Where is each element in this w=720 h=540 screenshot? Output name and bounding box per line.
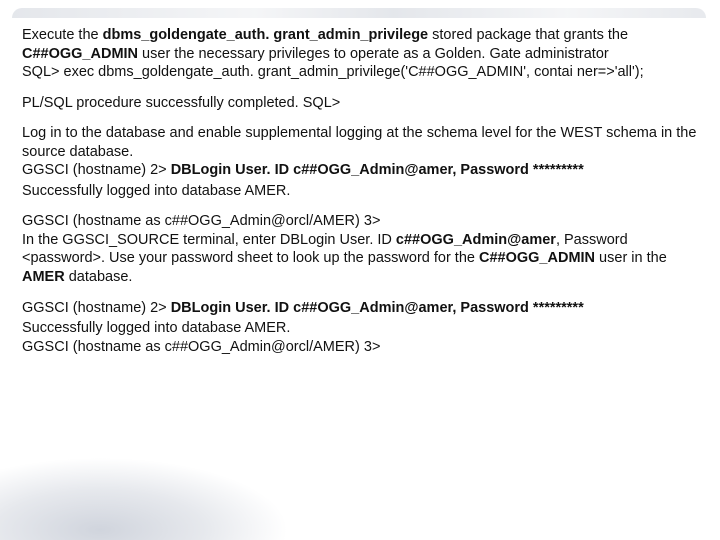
- paragraph-6: GGSCI (hostname) 2> DBLogin User. ID c##…: [22, 299, 698, 318]
- text: In the GGSCI_SOURCE terminal, enter DBLo…: [22, 232, 396, 248]
- paragraph-1: Execute the dbms_goldengate_auth. grant_…: [22, 26, 698, 82]
- bold-text: C##OGG_ADMIN: [479, 250, 595, 266]
- text: Execute the: [22, 27, 103, 43]
- text: GGSCI (hostname) 2>: [22, 300, 171, 316]
- paragraph-4: Successfully logged into database AMER.: [22, 182, 698, 201]
- bold-text: dbms_goldengate_auth. grant_admin_privil…: [103, 27, 429, 43]
- paragraph-5: GGSCI (hostname as c##OGG_Admin@orcl/AME…: [22, 212, 698, 286]
- bold-text: AMER: [22, 269, 65, 285]
- text: PL/SQL procedure successfully completed.…: [22, 95, 340, 111]
- text: GGSCI (hostname as c##OGG_Admin@orcl/AME…: [22, 213, 380, 229]
- bold-text: DBLogin User. ID c##OGG_Admin@amer, Pass…: [171, 162, 584, 178]
- bold-text: C##OGG_ADMIN: [22, 46, 138, 62]
- bold-text: c##OGG_Admin@amer: [396, 232, 556, 248]
- text: GGSCI (hostname) 2>: [22, 162, 171, 178]
- text: Successfully logged into database AMER.: [22, 320, 290, 336]
- text: SQL> exec dbms_goldengate_auth. grant_ad…: [22, 64, 644, 80]
- text: stored package that grants the: [428, 27, 628, 43]
- bold-text: DBLogin User. ID c##OGG_Admin@amer, Pass…: [171, 300, 584, 316]
- text: database.: [65, 269, 133, 285]
- text: user the necessary privileges to operate…: [138, 46, 609, 62]
- text: user in the: [595, 250, 667, 266]
- text: Log in to the database and enable supple…: [22, 125, 696, 160]
- paragraph-3: Log in to the database and enable supple…: [22, 124, 698, 180]
- text: GGSCI (hostname as c##OGG_Admin@orcl/AME…: [22, 339, 380, 355]
- paragraph-7: Successfully logged into database AMER. …: [22, 319, 698, 356]
- slide: Execute the dbms_goldengate_auth. grant_…: [0, 0, 720, 540]
- text: Successfully logged into database AMER.: [22, 183, 290, 199]
- paragraph-2: PL/SQL procedure successfully completed.…: [22, 94, 698, 113]
